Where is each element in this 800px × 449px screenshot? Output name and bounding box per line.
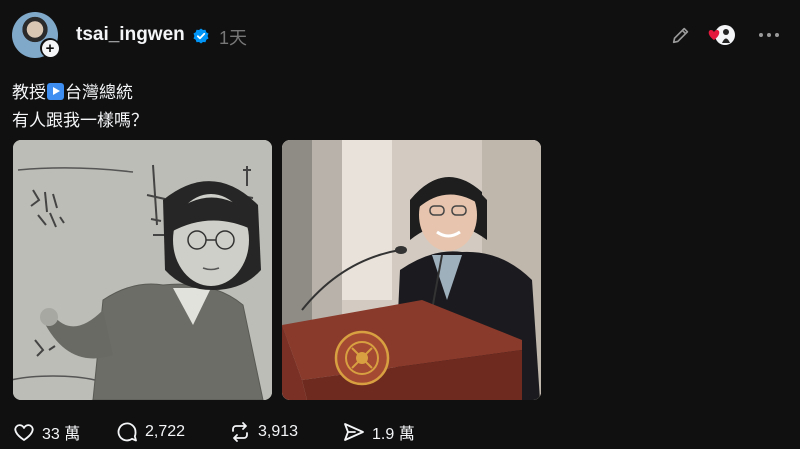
share-button[interactable]: 1.9 萬 xyxy=(342,420,415,444)
like-count: 33 萬 xyxy=(42,426,81,443)
share-count: 1.9 萬 xyxy=(372,426,415,443)
post-time: 1天 xyxy=(219,28,248,48)
more-options-icon[interactable] xyxy=(756,24,782,46)
username[interactable]: tsai_ingwen xyxy=(76,24,185,46)
photo-president[interactable] xyxy=(282,140,541,400)
reply-count: 2,722 xyxy=(145,423,186,440)
reaction-avatar-icon[interactable] xyxy=(705,24,737,46)
like-button[interactable]: 33 萬 xyxy=(12,420,80,444)
post-text-prefix: 教授 xyxy=(12,83,46,102)
edit-icon[interactable] xyxy=(670,24,692,46)
plus-icon: + xyxy=(41,39,59,57)
play-icon xyxy=(47,83,64,100)
professor-image xyxy=(13,140,272,400)
follow-plus-button[interactable]: + xyxy=(40,38,60,58)
post-text-line-1: 教授 台灣總統 xyxy=(12,78,133,103)
send-icon xyxy=(344,423,364,441)
repost-icon xyxy=(232,422,248,442)
reply-button[interactable]: 2,722 xyxy=(115,420,185,444)
repost-button[interactable]: 3,913 xyxy=(228,420,298,444)
post-text-suffix: 台灣總統 xyxy=(65,83,133,102)
repost-count: 3,913 xyxy=(258,423,299,440)
post-text-line-2: 有人跟我一樣嗎？ xyxy=(12,111,148,130)
comment-icon xyxy=(117,422,137,442)
heart-icon xyxy=(14,424,34,441)
president-image xyxy=(282,140,541,400)
verified-badge-icon xyxy=(193,28,209,44)
photo-professor[interactable] xyxy=(13,140,272,400)
